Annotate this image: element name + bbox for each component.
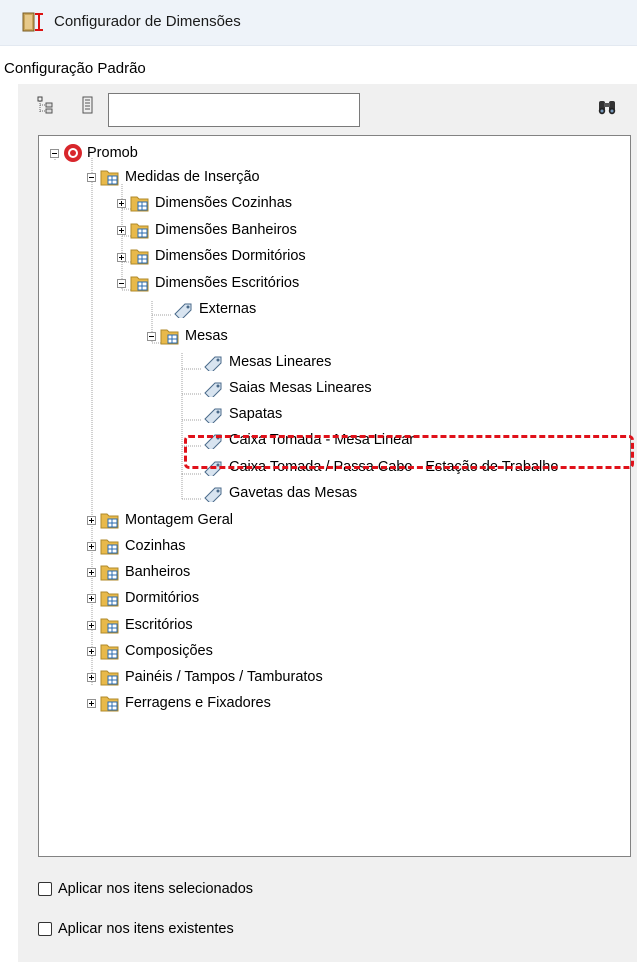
tree-node-mesas-lineares[interactable]: Mesas Lineares xyxy=(229,353,331,371)
folder-icon xyxy=(100,539,119,555)
tree-node-composicoes[interactable]: Composições xyxy=(125,642,213,660)
folder-icon xyxy=(130,196,149,212)
tree-node-externas[interactable]: Externas xyxy=(199,300,256,318)
tag-item-icon xyxy=(204,487,222,502)
tree-node-paineis[interactable]: Painéis / Tampos / Tamburatos xyxy=(125,668,323,686)
tree-node-ferragens[interactable]: Ferragens e Fixadores xyxy=(125,694,271,712)
apply-existing-label: Aplicar nos itens existentes xyxy=(58,921,234,937)
folder-icon xyxy=(100,696,119,712)
tag-item-icon xyxy=(204,461,222,476)
tag-item-icon xyxy=(204,434,222,449)
tree-node-medidas[interactable]: Medidas de Inserção xyxy=(125,168,260,186)
title-bar: Configurador de Dimensões xyxy=(0,0,637,46)
expand-toggle-icon[interactable] xyxy=(87,647,96,656)
apply-existing-option[interactable]: Aplicar nos itens existentes xyxy=(38,919,234,939)
expand-toggle-icon[interactable] xyxy=(117,199,126,208)
tree-node-dim-cozinhas[interactable]: Dimensões Cozinhas xyxy=(155,194,292,212)
apply-selected-option[interactable]: Aplicar nos itens selecionados xyxy=(38,879,253,899)
folder-icon xyxy=(100,565,119,581)
tree-node-saias[interactable]: Saias Mesas Lineares xyxy=(229,379,372,397)
tree-node-dim-dormitorios[interactable]: Dimensões Dormitórios xyxy=(155,247,306,265)
tree-collapse-icon[interactable] xyxy=(80,96,96,114)
tree-node-dim-escritorios[interactable]: Dimensões Escritórios xyxy=(155,274,299,292)
collapse-toggle-icon[interactable] xyxy=(117,279,126,288)
tag-item-icon xyxy=(204,408,222,423)
tree-expand-icon[interactable] xyxy=(37,96,53,114)
tree-node-cozinhas[interactable]: Cozinhas xyxy=(125,537,185,555)
search-field[interactable] xyxy=(108,93,360,127)
tree-view[interactable]: Promob Medidas de Inserção Dimensões Coz… xyxy=(38,135,631,857)
apply-selected-label: Aplicar nos itens selecionados xyxy=(58,881,254,897)
folder-icon xyxy=(130,223,149,239)
tree-node-gavetas[interactable]: Gavetas das Mesas xyxy=(229,484,357,502)
expand-toggle-icon[interactable] xyxy=(87,699,96,708)
binoculars-icon[interactable] xyxy=(597,99,617,115)
tree-node-mesas[interactable]: Mesas xyxy=(185,327,228,345)
expand-toggle-icon[interactable] xyxy=(117,226,126,235)
tree-node-promob[interactable]: Promob xyxy=(87,144,138,162)
tree-node-caixa-mesa-linear[interactable]: Caixa Tomada - Mesa Linear xyxy=(229,431,414,449)
folder-icon xyxy=(100,644,119,660)
folder-icon xyxy=(100,513,119,529)
tree-node-escritorios[interactable]: Escritórios xyxy=(125,616,193,634)
tree-node-dormitorios[interactable]: Dormitórios xyxy=(125,589,199,607)
tree-node-sapatas[interactable]: Sapatas xyxy=(229,405,282,423)
open-folder-icon xyxy=(160,329,179,345)
apply-selected-checkbox[interactable] xyxy=(38,882,52,896)
expand-toggle-icon[interactable] xyxy=(87,516,96,525)
tree-node-montagem[interactable]: Montagem Geral xyxy=(125,511,233,529)
tree-node-banheiros[interactable]: Banheiros xyxy=(125,563,190,581)
tree-node-dim-banheiros[interactable]: Dimensões Banheiros xyxy=(155,221,297,239)
tag-item-icon xyxy=(204,356,222,371)
open-folder-icon xyxy=(130,276,149,292)
expand-toggle-icon[interactable] xyxy=(87,673,96,682)
tree-node-caixa-passa-cabo[interactable]: Caixa Tomada / Passa Cabo - Estação de T… xyxy=(229,458,558,476)
dimension-config-icon xyxy=(22,12,43,32)
expand-toggle-icon[interactable] xyxy=(87,542,96,551)
tag-item-icon xyxy=(174,303,192,318)
promob-logo-icon xyxy=(64,144,82,162)
collapse-toggle-icon[interactable] xyxy=(87,173,96,182)
folder-icon xyxy=(100,591,119,607)
search-input[interactable] xyxy=(109,94,359,126)
folder-icon xyxy=(130,249,149,265)
collapse-toggle-icon[interactable] xyxy=(50,149,59,158)
expand-toggle-icon[interactable] xyxy=(117,253,126,262)
open-folder-icon xyxy=(100,170,119,186)
expand-toggle-icon[interactable] xyxy=(87,594,96,603)
folder-icon xyxy=(100,670,119,686)
config-label: Configuração Padrão xyxy=(4,60,146,77)
expand-toggle-icon[interactable] xyxy=(87,621,96,630)
folder-icon xyxy=(100,618,119,634)
window-title: Configurador de Dimensões xyxy=(54,13,241,30)
expand-toggle-icon[interactable] xyxy=(87,568,96,577)
tag-item-icon xyxy=(204,382,222,397)
apply-existing-checkbox[interactable] xyxy=(38,922,52,936)
collapse-toggle-icon[interactable] xyxy=(147,332,156,341)
